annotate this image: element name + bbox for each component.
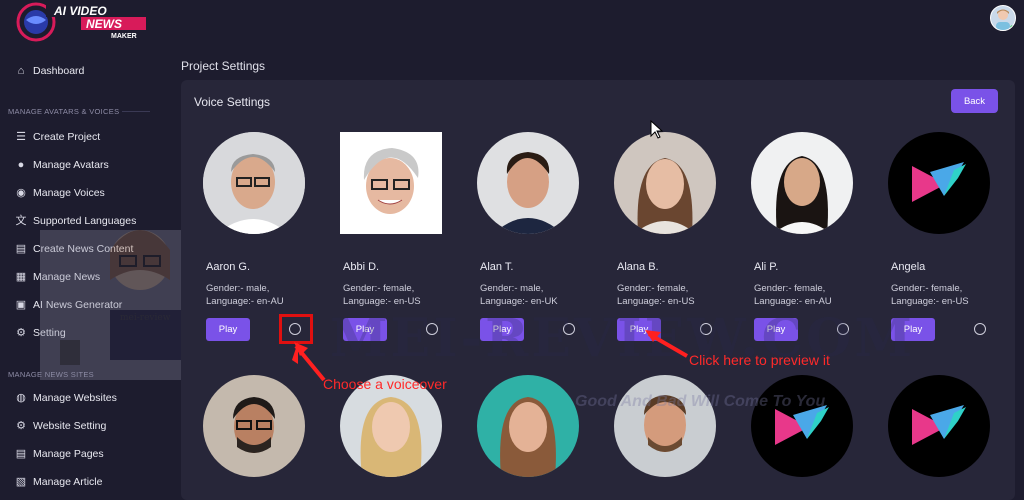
voice-avatar-photo (614, 132, 716, 234)
voice-gender: Gender:- male, (206, 283, 270, 294)
home-icon: ⌂ (17, 65, 25, 77)
divider (122, 111, 150, 112)
user-icon: ● (17, 159, 25, 171)
pages-icon: ▤ (15, 448, 27, 460)
sidebar-item-label: Create Project (33, 131, 101, 143)
mouse-cursor-icon (650, 120, 664, 139)
voice-language: Language:- en-US (891, 296, 969, 307)
article-icon: ▧ (15, 476, 27, 488)
sidebar-item-label: Manage Article (33, 476, 103, 488)
voice-gender: Gender:- female, (617, 283, 689, 294)
sidebar-item-dashboard[interactable]: ⌂ Dashboard (15, 62, 85, 80)
top-bar (165, 0, 1024, 50)
voice-avatar-photo (888, 375, 990, 477)
voice-gender: Gender:- female, (754, 283, 826, 294)
back-button[interactable]: Back (951, 89, 998, 113)
voice-name: Abbi D. (343, 261, 380, 273)
panel-title: Voice Settings (194, 95, 271, 109)
page-title: Project Settings (181, 59, 266, 73)
watermark-badge: mei-review (120, 313, 171, 323)
voice-language: Language:- en-UK (480, 296, 558, 307)
ai-icon: ▣ (15, 299, 27, 311)
document-icon: ▦ (15, 271, 27, 283)
list-icon: ☰ (16, 131, 26, 143)
sidebar-item-manage-avatars[interactable]: ● Manage Avatars (15, 156, 109, 174)
sidebar-item-label: Manage Avatars (33, 159, 109, 171)
voice-name: Alan T. (480, 261, 514, 273)
gear-icon: ⚙ (16, 327, 26, 339)
voice-name: Angela (891, 261, 926, 273)
voice-avatar-photo (477, 132, 579, 234)
brand-line1: AI VIDEO (53, 4, 107, 18)
sidebar-item-label: Manage Websites (33, 392, 117, 404)
sidebar-item-manage-article[interactable]: ▧ Manage Article (15, 473, 103, 491)
voice-avatar-photo (888, 132, 990, 234)
sidebar-item-label: Dashboard (33, 65, 85, 77)
sidebar-item-create-project[interactable]: ☰ Create Project (15, 128, 100, 146)
voice-language: Language:- en-US (343, 296, 421, 307)
voice-language: Language:- en-AU (206, 296, 284, 307)
voice-name: Alana B. (617, 261, 659, 273)
watermark-mascot-image: mei-review (40, 230, 195, 380)
sidebar: AI VIDEO NEWS MAKER ⌂ Dashboard MANAGE A… (0, 0, 195, 488)
voice-meta: Gender:- male, Language:- en-AU (206, 282, 284, 308)
app-logo[interactable]: AI VIDEO NEWS MAKER (6, 2, 156, 42)
annotation-arrow-icon (645, 330, 689, 358)
annotation-preview: Click here to preview it (689, 352, 830, 368)
voice-avatar-photo (203, 375, 305, 477)
translate-icon: 文 (15, 215, 27, 227)
sidebar-item-label: Manage Pages (33, 448, 104, 460)
voice-name: Ali P. (754, 261, 779, 273)
voice-gender: Gender:- female, (343, 283, 415, 294)
brand-line3: MAKER (111, 33, 137, 40)
voice-select-radio[interactable] (974, 323, 986, 335)
news-icon: ▤ (15, 243, 27, 255)
annotation-choose-voiceover: Choose a voiceover (323, 376, 447, 392)
voice-meta: Gender:- female, Language:- en-US (891, 282, 969, 308)
voice-avatar-photo (751, 132, 853, 234)
voice-avatar-photo (751, 375, 853, 477)
chat-icon: ◉ (16, 187, 26, 199)
voice-avatar-photo (203, 132, 305, 234)
voice-meta: Gender:- female, Language:- en-AU (754, 282, 832, 308)
voice-gender: Gender:- male, (480, 283, 544, 294)
voice-meta: Gender:- male, Language:- en-UK (480, 282, 558, 308)
brand-line2: NEWS (86, 17, 122, 31)
play-button[interactable]: Play (206, 318, 250, 341)
voice-name: Aaron G. (206, 261, 251, 273)
sidebar-item-website-setting[interactable]: ⚙ Website Setting (15, 417, 106, 435)
voice-avatar-photo (340, 132, 442, 234)
section-label-avatars: MANAGE AVATARS & VOICES (8, 107, 120, 116)
voice-meta: Gender:- female, Language:- en-US (617, 282, 695, 308)
gear-icon: ⚙ (16, 420, 26, 432)
online-status-dot (1010, 25, 1015, 30)
voice-language: Language:- en-AU (754, 296, 832, 307)
voice-avatar-photo (614, 375, 716, 477)
sidebar-item-manage-websites[interactable]: ◍ Manage Websites (15, 389, 117, 407)
voice-meta: Gender:- female, Language:- en-US (343, 282, 421, 308)
sidebar-item-label: Website Setting (33, 420, 107, 432)
voice-language: Language:- en-US (617, 296, 695, 307)
voice-gender: Gender:- female, (891, 283, 963, 294)
user-avatar[interactable] (990, 5, 1016, 31)
sidebar-item-manage-pages[interactable]: ▤ Manage Pages (15, 445, 104, 463)
voice-avatar-photo (477, 375, 579, 477)
globe-icon: ◍ (16, 392, 26, 404)
watermark-tagline: Good And Bad Will Come To You (575, 393, 826, 410)
